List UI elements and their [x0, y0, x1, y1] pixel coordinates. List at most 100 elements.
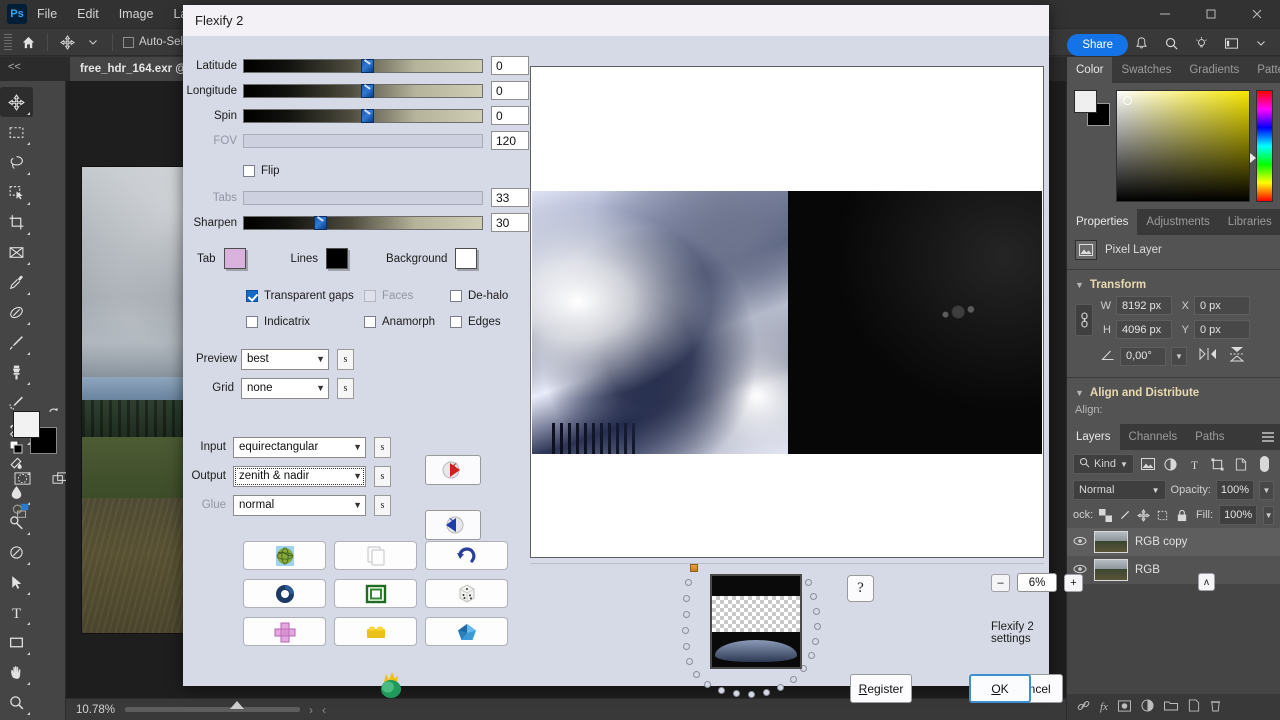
edges-checkbox[interactable]: Edges	[450, 316, 501, 328]
mask-icon[interactable]	[1117, 699, 1131, 715]
edges-box[interactable]	[450, 316, 462, 328]
quick-mask-icon[interactable]	[8, 466, 36, 490]
adjustment-icon[interactable]	[1141, 699, 1154, 715]
sharpen-input[interactable]: 30	[491, 213, 529, 232]
longitude-slider-handle[interactable]	[361, 83, 374, 98]
spin-slider-handle[interactable]	[361, 108, 374, 123]
scrubby-zoom-thumb[interactable]	[230, 701, 245, 709]
hue-strip[interactable]	[1250, 90, 1273, 202]
shape-tool-icon[interactable]	[0, 627, 33, 657]
flexify-dialog[interactable]: Flexify 2 Latitude 0 Longitude 0 Spin 0 …	[183, 5, 1215, 703]
flip-vertical-icon[interactable]	[1228, 346, 1246, 367]
square-preset-icon[interactable]	[334, 579, 417, 608]
clone-stamp-tool-icon[interactable]	[0, 357, 33, 387]
ring-preset-icon[interactable]	[243, 579, 326, 608]
search-icon[interactable]	[1158, 31, 1184, 55]
sharpen-slider-handle[interactable]	[314, 215, 327, 230]
pages-preset-icon[interactable]	[334, 541, 417, 570]
opacity-value[interactable]: 100%	[1215, 480, 1254, 500]
preview-s-button[interactable]: s	[337, 348, 354, 370]
de-halo-box[interactable]	[450, 290, 462, 302]
marquee-tool-icon[interactable]	[0, 117, 33, 147]
link-icon[interactable]	[1075, 304, 1093, 336]
tab-properties[interactable]: Properties	[1067, 209, 1138, 235]
tab-layers[interactable]: Layers	[1067, 424, 1120, 450]
foreground-color-swatch[interactable]	[13, 411, 40, 438]
spin-slider[interactable]	[243, 108, 483, 123]
eyedropper-tool-icon[interactable]	[0, 267, 33, 297]
chevron-down-icon[interactable]	[1248, 31, 1274, 55]
layer-row-rgb-copy[interactable]: RGB copy	[1067, 528, 1280, 556]
smart-object-filter-icon[interactable]	[1231, 454, 1250, 474]
gem-preset-icon[interactable]	[425, 617, 508, 646]
spin-input[interactable]: 0	[491, 106, 529, 125]
frame-tool-icon[interactable]	[0, 237, 33, 267]
collapse-panel-icon[interactable]: <<	[8, 61, 21, 73]
color-panel-swatches[interactable]	[1074, 90, 1110, 126]
workspace-icon[interactable]	[1218, 31, 1244, 55]
flip-checkbox-box[interactable]	[243, 165, 255, 177]
latitude-input[interactable]: 0	[491, 56, 529, 75]
zoom-in-button[interactable]: +	[1064, 573, 1083, 592]
zoom-level[interactable]: 10.78%	[76, 704, 115, 716]
pen-tool-icon[interactable]	[0, 537, 33, 567]
sharpen-slider[interactable]	[243, 215, 483, 230]
dice-preset-icon[interactable]	[425, 579, 508, 608]
tab-gradients[interactable]: Gradients	[1180, 57, 1248, 83]
indicatrix-checkbox[interactable]: Indicatrix	[246, 316, 364, 328]
path-select-tool-icon[interactable]	[0, 567, 33, 597]
menu-edit[interactable]: Edit	[67, 0, 109, 28]
flip-checkbox[interactable]: Flip	[243, 165, 280, 177]
lego-preset-icon[interactable]	[334, 617, 417, 646]
healing-brush-tool-icon[interactable]	[0, 297, 33, 327]
quick-select-tool-icon[interactable]	[0, 177, 33, 207]
tab-channels[interactable]: Channels	[1120, 424, 1187, 450]
delete-layer-icon[interactable]	[1210, 699, 1221, 715]
move-tool-icon[interactable]	[0, 87, 33, 117]
fov-input[interactable]: 120	[491, 131, 529, 150]
de-halo-checkbox[interactable]: De-halo	[450, 290, 508, 302]
hue-pointer[interactable]	[1250, 152, 1256, 163]
chevron-down-icon[interactable]: ▼	[312, 354, 325, 364]
lock-all-icon[interactable]	[1175, 505, 1188, 525]
align-section-header[interactable]: ▼ Align and Distribute	[1067, 382, 1280, 402]
tab-libraries[interactable]: Libraries	[1219, 209, 1280, 235]
chevron-down-icon[interactable]: ▼	[1171, 347, 1187, 366]
fill-value[interactable]: 100%	[1219, 505, 1258, 525]
filter-toggle-icon[interactable]	[1255, 454, 1274, 474]
latitude-slider-handle[interactable]	[361, 58, 374, 73]
input-select[interactable]: equirectangular ▼	[233, 436, 366, 458]
layer-thumbnail[interactable]	[1094, 531, 1128, 553]
chevron-down-icon[interactable]: ▼	[349, 471, 362, 481]
lock-transparency-icon[interactable]	[1099, 505, 1113, 525]
bell-icon[interactable]	[1128, 31, 1154, 55]
anamorph-box[interactable]	[364, 316, 376, 328]
lines-color-swatch[interactable]	[326, 248, 349, 269]
anamorph-checkbox[interactable]: Anamorph	[364, 316, 450, 328]
color-field-marker[interactable]	[1123, 96, 1132, 105]
indicatrix-box[interactable]	[246, 316, 258, 328]
scrubby-zoom-slider[interactable]	[125, 701, 301, 712]
foreground-background-color[interactable]	[9, 407, 58, 455]
background-color-swatch[interactable]	[455, 248, 478, 269]
chevron-down-icon[interactable]: ▼	[1120, 460, 1128, 469]
height-input[interactable]: 4096 px	[1116, 320, 1172, 339]
longitude-input[interactable]: 0	[491, 81, 529, 100]
ok-button[interactable]: OK	[969, 674, 1031, 703]
pixel-filter-icon[interactable]	[1138, 454, 1157, 474]
tab-paths[interactable]: Paths	[1186, 424, 1233, 450]
group-icon[interactable]	[1163, 700, 1178, 714]
globe-preset-icon[interactable]	[243, 541, 326, 570]
document-tab[interactable]: free_hdr_164.exr @	[70, 57, 198, 81]
longitude-slider[interactable]	[243, 83, 483, 98]
restore-icon[interactable]	[1188, 0, 1234, 28]
help-button[interactable]: ?	[847, 575, 874, 602]
hand-tool-icon[interactable]	[0, 657, 33, 687]
chevron-down-icon[interactable]	[80, 30, 106, 54]
layer-filter-kind-select[interactable]: Kind ▼	[1073, 454, 1134, 474]
layer-row-rgb[interactable]: RGB	[1067, 556, 1280, 584]
preview-select[interactable]: best ▼	[241, 348, 329, 370]
output-s-button[interactable]: s	[374, 465, 391, 487]
adjustment-filter-icon[interactable]	[1161, 454, 1180, 474]
zoom-value[interactable]: 6%	[1017, 573, 1057, 592]
